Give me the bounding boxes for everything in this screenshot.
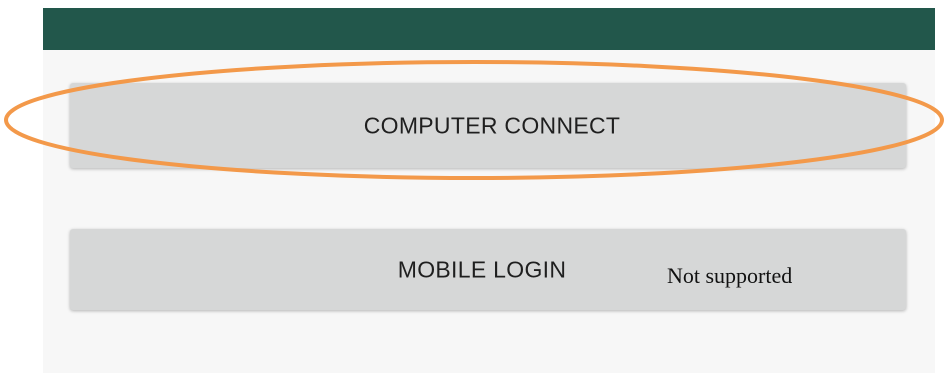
- screenshot-stage: COMPUTER CONNECT MOBILE LOGIN Not suppor…: [0, 0, 949, 373]
- computer-connect-label: COMPUTER CONNECT: [363, 112, 621, 138]
- mobile-login-label: MOBILE LOGIN: [397, 256, 567, 282]
- not-supported-note: Not supported: [667, 263, 793, 288]
- app-bar: [43, 8, 935, 50]
- computer-connect-button[interactable]: COMPUTER CONNECT: [70, 83, 906, 168]
- app-screen: COMPUTER CONNECT MOBILE LOGIN: [43, 8, 935, 373]
